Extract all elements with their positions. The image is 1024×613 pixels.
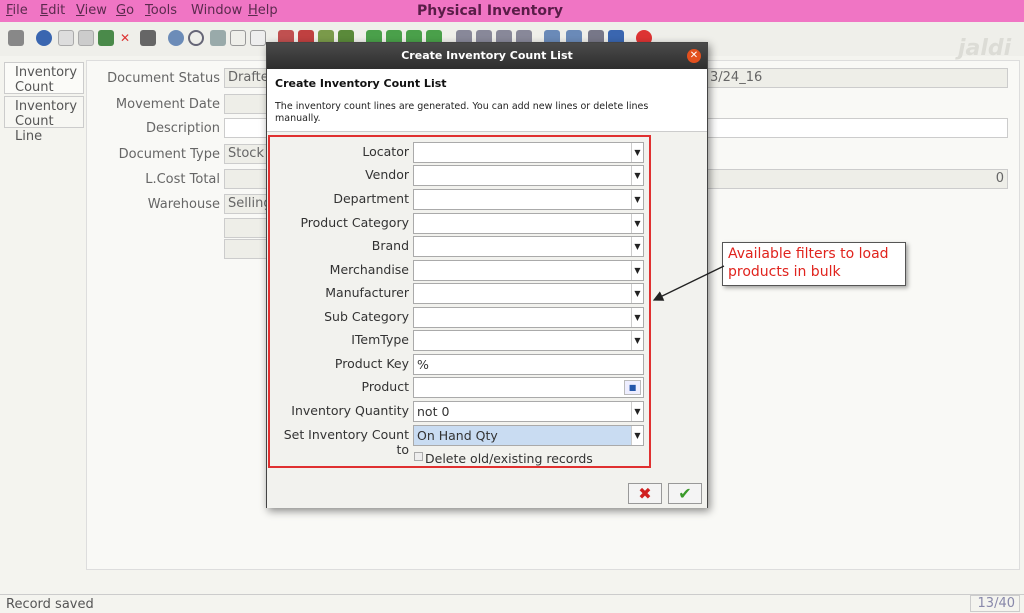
chevron-down-icon: ▼ bbox=[631, 308, 643, 327]
print-icon[interactable] bbox=[140, 30, 156, 46]
manufacturer-label: Manufacturer bbox=[325, 285, 409, 300]
department-label: Department bbox=[333, 191, 409, 206]
chevron-down-icon: ▼ bbox=[631, 166, 643, 185]
product-label: Product bbox=[361, 379, 409, 394]
lcost-total-label: L.Cost Total bbox=[145, 172, 220, 187]
find-icon[interactable] bbox=[188, 30, 204, 46]
department-select[interactable]: ▼ bbox=[413, 189, 644, 210]
status-bar: Record saved bbox=[0, 594, 1024, 613]
merchandise-select[interactable]: ▼ bbox=[413, 260, 644, 281]
product-lookup-icon[interactable]: ■ bbox=[624, 380, 641, 395]
chevron-down-icon: ▼ bbox=[631, 402, 643, 421]
warehouse-label: Warehouse bbox=[147, 197, 220, 212]
document-status-field: Drafted bbox=[224, 68, 268, 88]
brand-label: Brand bbox=[371, 238, 409, 253]
chevron-down-icon: ▼ bbox=[631, 261, 643, 280]
save-icon[interactable] bbox=[98, 30, 114, 46]
refresh-icon[interactable] bbox=[168, 30, 184, 46]
copy-icon[interactable] bbox=[78, 30, 94, 46]
brand-select[interactable]: ▼ bbox=[413, 236, 644, 257]
product-key-label: Product Key bbox=[334, 356, 409, 371]
vendor-select[interactable]: ▼ bbox=[413, 165, 644, 186]
item-type-select[interactable]: ▼ bbox=[413, 330, 644, 351]
lcost-total-field bbox=[224, 169, 268, 189]
record-counter: 13/40 bbox=[970, 595, 1020, 612]
chevron-down-icon: ▼ bbox=[631, 284, 643, 303]
grid-toggle-icon[interactable] bbox=[250, 30, 266, 46]
new-icon[interactable] bbox=[58, 30, 74, 46]
item-type-label: ITemType bbox=[351, 332, 409, 347]
chevron-down-icon: ▼ bbox=[631, 143, 643, 162]
document-status-label: Document Status bbox=[107, 71, 220, 86]
undo-icon[interactable] bbox=[8, 30, 24, 46]
movement-date-field[interactable] bbox=[224, 94, 268, 114]
vendor-label: Vendor bbox=[365, 167, 409, 182]
manufacturer-select[interactable]: ▼ bbox=[413, 283, 644, 304]
delete-existing-label: Delete old/existing records bbox=[425, 451, 593, 466]
process-button-2[interactable] bbox=[224, 239, 268, 259]
process-button-1[interactable] bbox=[224, 218, 268, 238]
tab-inventory-count[interactable]: Inventory Count bbox=[4, 62, 84, 95]
document-type-label: Document Type bbox=[118, 147, 220, 162]
set-inventory-count-value: On Hand Qty bbox=[417, 428, 498, 443]
app-title: Physical Inventory bbox=[416, 3, 563, 19]
description-field[interactable] bbox=[224, 118, 268, 138]
cancel-button[interactable]: ✖ bbox=[628, 483, 662, 504]
dialog-title: Create Inventory Count List bbox=[401, 49, 573, 62]
merchandise-label: Merchandise bbox=[329, 262, 409, 277]
close-icon[interactable]: ✕ bbox=[687, 49, 701, 63]
chevron-down-icon: ▼ bbox=[631, 331, 643, 350]
chevron-down-icon: ▼ bbox=[631, 190, 643, 209]
description-field-right[interactable] bbox=[706, 118, 1008, 138]
delete-icon[interactable]: ✕ bbox=[120, 30, 136, 46]
product-category-label: Product Category bbox=[300, 215, 409, 230]
jaldi-logo: jaldi bbox=[958, 36, 1012, 61]
chevron-down-icon: ▼ bbox=[631, 237, 643, 256]
date-field[interactable]: 3/24_16 bbox=[706, 68, 1008, 88]
document-type-field[interactable]: Stock U bbox=[224, 144, 268, 164]
movement-date-label: Movement Date bbox=[115, 97, 220, 112]
tab-inventory-count-line[interactable]: Inventory Count Line bbox=[4, 96, 84, 144]
locator-label: Locator bbox=[362, 144, 409, 159]
inventory-quantity-value: not 0 bbox=[417, 404, 450, 419]
sub-category-select[interactable]: ▼ bbox=[413, 307, 644, 328]
status-text: Record saved bbox=[6, 597, 94, 612]
product-key-input[interactable]: % bbox=[413, 354, 644, 375]
menu-bar: File Edit View Go Tools Window Help Phys… bbox=[0, 0, 1024, 22]
set-inventory-count-label: Set Inventory Count to bbox=[283, 427, 409, 457]
chevron-down-icon: ▼ bbox=[631, 426, 643, 445]
help-icon[interactable] bbox=[36, 30, 52, 46]
warehouse-field[interactable]: Selling bbox=[224, 194, 268, 214]
chevron-down-icon: ▼ bbox=[631, 214, 643, 233]
lcost-total-value: 0 bbox=[706, 169, 1008, 189]
product-category-select[interactable]: ▼ bbox=[413, 213, 644, 234]
sub-category-label: Sub Category bbox=[324, 309, 409, 324]
delete-existing-checkbox[interactable] bbox=[414, 452, 423, 461]
chat-icon[interactable] bbox=[230, 30, 246, 46]
locator-select[interactable]: ▼ bbox=[413, 142, 644, 163]
set-inventory-count-select[interactable]: On Hand Qty ▼ bbox=[413, 425, 644, 446]
inventory-quantity-select[interactable]: not 0 ▼ bbox=[413, 401, 644, 422]
dialog-titlebar: Create Inventory Count List ✕ bbox=[267, 43, 707, 69]
dialog-info-text: The inventory count lines are generated.… bbox=[275, 101, 649, 124]
ok-button[interactable]: ✔ bbox=[668, 483, 702, 504]
description-label: Description bbox=[145, 121, 220, 136]
inventory-quantity-label: Inventory Quantity bbox=[291, 403, 409, 418]
product-input[interactable]: ■ bbox=[413, 377, 644, 398]
attachment-icon[interactable] bbox=[210, 30, 226, 46]
annotation-callout: Available filters to load products in bu… bbox=[722, 242, 906, 286]
dialog-heading: Create Inventory Count List bbox=[275, 77, 447, 90]
